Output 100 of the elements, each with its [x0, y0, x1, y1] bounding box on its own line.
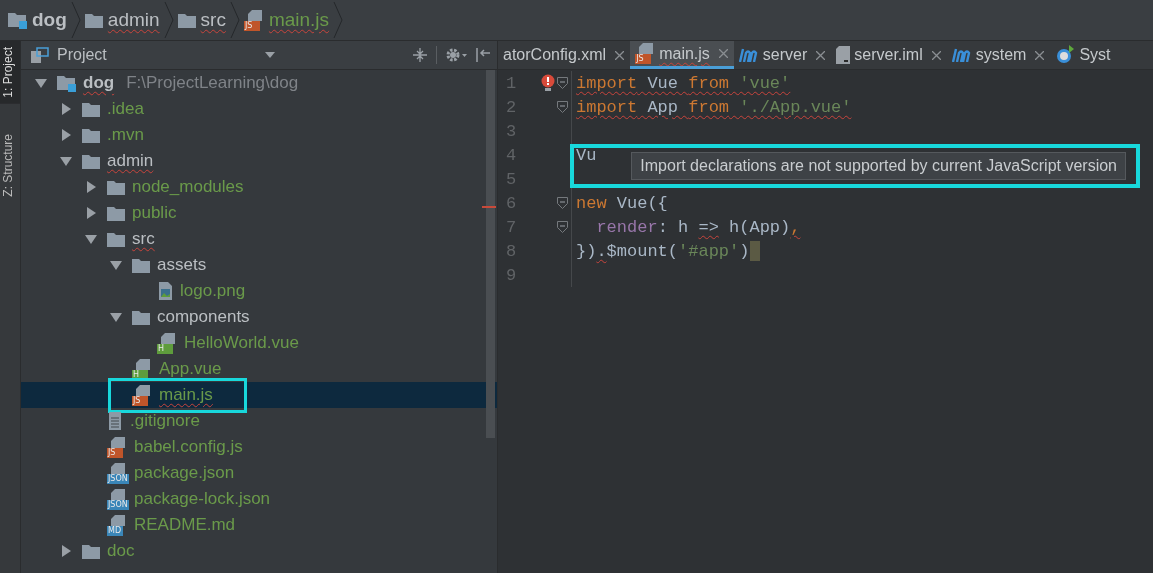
tree-item[interactable]: assets — [21, 252, 497, 278]
tree-item-label: main.js — [159, 385, 213, 405]
collapsed-arrow-icon[interactable] — [60, 545, 72, 557]
service-icon — [1055, 45, 1076, 65]
project-path: F:\ProjectLearning\dog — [126, 73, 299, 93]
project-icon — [31, 47, 49, 63]
tool-window-tab[interactable]: 1: Project — [0, 41, 20, 104]
tree-item-label: node_modules — [132, 177, 244, 197]
image-file-icon — [157, 281, 173, 301]
tree-item-label: public — [132, 203, 177, 223]
tool-window-tab[interactable]: Z: Structure — [0, 127, 20, 203]
scrollbar[interactable] — [486, 70, 495, 438]
dropdown-caret-icon[interactable] — [264, 52, 275, 58]
fold-marker-icon[interactable] — [557, 77, 568, 89]
expanded-arrow-icon[interactable] — [60, 155, 72, 167]
tree-item[interactable]: doc — [21, 538, 497, 564]
editor-tab[interactable]: Syst — [1050, 41, 1117, 69]
module-icon — [951, 48, 972, 62]
tree-item-label: assets — [157, 255, 207, 275]
text-file-icon — [107, 411, 123, 431]
tree-item[interactable]: MD README.md — [21, 512, 497, 538]
expanded-arrow-icon[interactable] — [85, 233, 97, 245]
panel-title[interactable]: Project — [57, 46, 107, 64]
tree-item[interactable]: node_modules — [21, 174, 497, 200]
file-icon — [136, 358, 150, 370]
tree-item[interactable]: .gitignore — [21, 408, 497, 434]
close-icon[interactable] — [816, 50, 826, 60]
close-icon[interactable] — [718, 49, 728, 58]
folder-icon — [177, 12, 196, 28]
error-bulb-icon[interactable] — [541, 74, 555, 92]
file-type-badge: H — [157, 343, 173, 354]
text-cursor — [750, 241, 761, 261]
collapse-all-icon[interactable] — [412, 47, 428, 63]
collapsed-arrow-icon[interactable] — [85, 181, 97, 193]
tree-item[interactable]: JSON package-lock.json — [21, 486, 497, 512]
settings-icon[interactable] — [445, 47, 467, 63]
folder-icon — [82, 101, 100, 117]
folder-icon — [84, 12, 103, 28]
folder-icon — [107, 205, 125, 221]
folder-icon — [82, 127, 100, 143]
file-type-badge: MD — [107, 525, 123, 536]
tree-item[interactable]: logo.png — [21, 278, 497, 304]
file-icon — [111, 462, 125, 474]
tree-item-label: HelloWorld.vue — [184, 333, 299, 353]
collapsed-arrow-icon[interactable] — [60, 103, 72, 115]
tree-item[interactable]: H HelloWorld.vue — [21, 330, 497, 356]
tree-item-label: .mvn — [107, 125, 144, 145]
folder-icon — [82, 543, 100, 559]
tree-item-label: package.json — [134, 463, 235, 483]
breadcrumb-item[interactable]: src — [200, 9, 226, 31]
file-type-badge: JSON — [107, 473, 129, 484]
tree-item[interactable]: admin — [21, 148, 497, 174]
editor-tab[interactable]: server — [733, 41, 832, 69]
tree-item[interactable]: .idea — [21, 96, 497, 122]
expanded-arrow-icon[interactable] — [35, 77, 47, 89]
breadcrumb-item[interactable]: dog — [32, 9, 67, 31]
tree-item-label: components — [157, 307, 250, 327]
file-icon — [111, 488, 125, 500]
file-type-badge: JS — [635, 54, 652, 64]
close-icon[interactable] — [615, 50, 625, 60]
tree-item-label: admin — [107, 151, 154, 171]
breadcrumb-item[interactable]: main.js — [268, 9, 330, 31]
file-type-badge: JSON — [107, 499, 129, 510]
tree-item-label: package-lock.json — [134, 489, 271, 509]
editor-tab[interactable]: JS main.js — [630, 41, 734, 69]
tree-item[interactable]: dog F:\ProjectLearning\dog — [21, 70, 497, 96]
editor-tab[interactable]: server.iml — [831, 41, 947, 69]
fold-marker-icon[interactable] — [557, 101, 568, 113]
close-icon[interactable] — [931, 50, 941, 60]
tree-item-label: .gitignore — [130, 411, 200, 431]
breadcrumb-item[interactable]: admin — [107, 9, 160, 31]
hide-panel-icon[interactable] — [475, 47, 491, 63]
tree-item-label: doc — [107, 541, 135, 561]
folder-icon — [107, 179, 125, 195]
tree-item[interactable]: .mvn — [21, 122, 497, 148]
expanded-arrow-icon[interactable] — [110, 259, 122, 271]
tree-item[interactable]: src — [21, 226, 497, 252]
tree-item[interactable]: components — [21, 304, 497, 330]
collapsed-arrow-icon[interactable] — [85, 207, 97, 219]
file-icon — [836, 46, 851, 64]
fold-marker-icon[interactable] — [557, 197, 568, 209]
code-line: import App from './App.vue' — [575, 97, 852, 117]
file-icon — [111, 514, 125, 526]
collapsed-arrow-icon[interactable] — [60, 129, 72, 141]
tree-item[interactable]: JSON package.json — [21, 460, 497, 486]
tree-item[interactable]: public — [21, 200, 497, 226]
module-folder-icon — [8, 11, 27, 29]
code-line: render: h => h(App), — [595, 217, 801, 237]
tree-item[interactable]: JS babel.config.js — [21, 434, 497, 460]
tree-item[interactable]: H App.vue — [21, 356, 497, 382]
close-icon[interactable] — [1035, 50, 1045, 60]
folder-icon — [132, 257, 150, 273]
fold-marker-icon[interactable] — [557, 221, 568, 233]
file-icon — [639, 43, 654, 54]
editor-tab[interactable]: atorConfig.xml — [498, 41, 631, 69]
tree-item-label: src — [132, 229, 155, 249]
module-icon — [738, 48, 759, 62]
expanded-arrow-icon[interactable] — [110, 311, 122, 323]
folder-icon — [107, 231, 125, 247]
editor-tab[interactable]: system — [946, 41, 1051, 69]
